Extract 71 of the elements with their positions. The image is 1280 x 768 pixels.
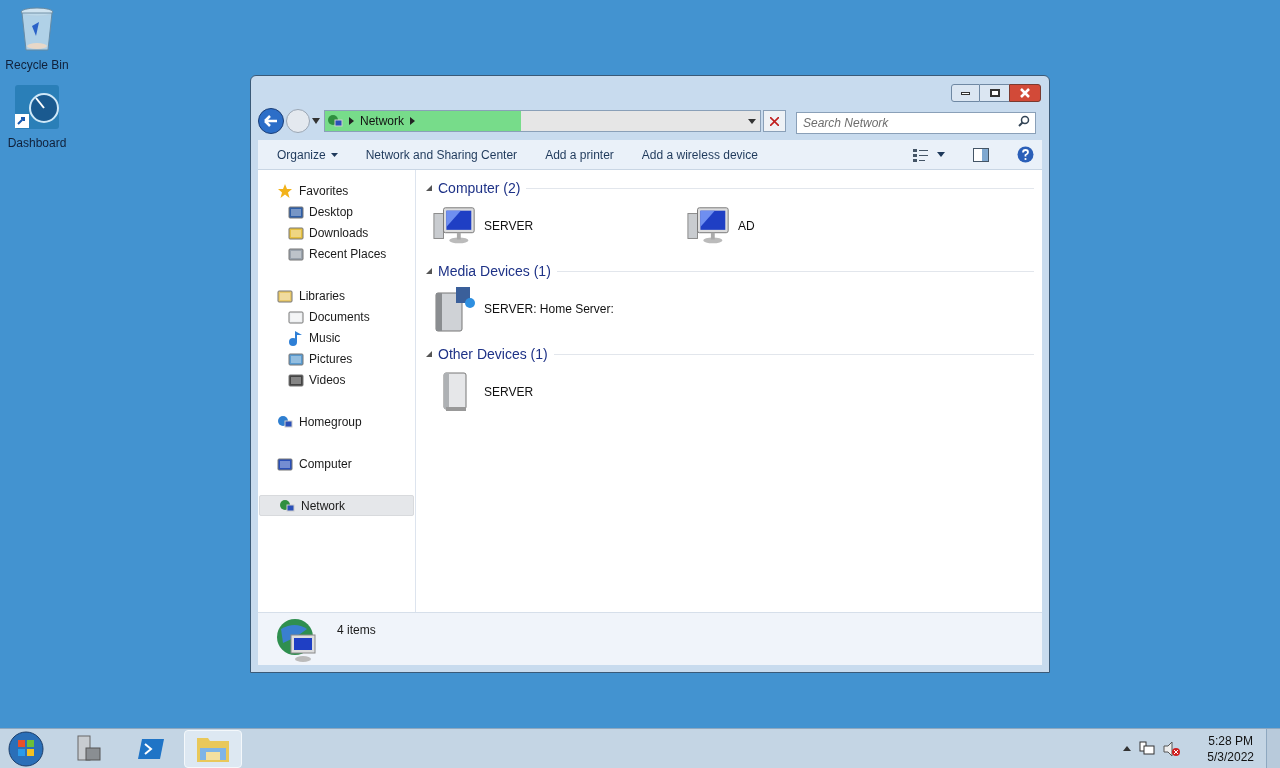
- star-icon: [277, 182, 293, 199]
- address-bar[interactable]: Network: [324, 110, 761, 132]
- start-button[interactable]: [6, 728, 46, 768]
- breadcrumb[interactable]: Network: [360, 112, 404, 130]
- network-status-icon[interactable]: [1139, 740, 1156, 757]
- collapse-triangle-icon[interactable]: [426, 268, 432, 274]
- group-header[interactable]: Media Devices (1): [438, 260, 551, 282]
- computer-name[interactable]: AD: [738, 216, 755, 235]
- close-icon: [1020, 88, 1030, 98]
- muted-speaker-icon[interactable]: [1163, 740, 1182, 757]
- recycle-bin-icon[interactable]: [19, 6, 55, 52]
- gauge-shortcut-icon[interactable]: [14, 84, 60, 130]
- show-hidden-icons-icon[interactable]: [1123, 746, 1132, 751]
- clock-time[interactable]: 5:28 PM: [1208, 732, 1253, 749]
- music-note-icon: [288, 329, 304, 346]
- nav-item[interactable]: Music: [258, 327, 415, 348]
- nav-item[interactable]: Downloads: [258, 222, 415, 243]
- item-count: 4 items: [337, 622, 376, 639]
- minimize-button[interactable]: [951, 84, 980, 102]
- maximize-icon: [989, 89, 1000, 97]
- nav-item[interactable]: Videos: [258, 369, 415, 390]
- nav-item[interactable]: Computer: [258, 453, 415, 474]
- chevron-icon: [410, 117, 415, 125]
- help-icon[interactable]: [1017, 146, 1034, 163]
- network-icon: [279, 497, 295, 514]
- toolbar-button[interactable]: Add a printer: [536, 142, 623, 167]
- history-caret-icon[interactable]: [312, 118, 320, 124]
- clock-date[interactable]: 5/3/2022: [1207, 748, 1254, 765]
- collapse-triangle-icon[interactable]: [426, 351, 432, 357]
- caret-icon: [330, 152, 338, 157]
- search-icon: [1018, 115, 1030, 127]
- toolbar-button[interactable]: Network and Sharing Center: [356, 142, 527, 167]
- view-options-button[interactable]: [913, 147, 945, 162]
- back-arrow-icon: [264, 115, 278, 127]
- nav-item[interactable]: Pictures: [258, 348, 415, 369]
- nav-item[interactable]: Homegroup: [258, 411, 415, 432]
- desktop-icon-label: Dashboard: [7, 135, 67, 152]
- desktop-icon-label: Recycle Bin: [5, 57, 69, 74]
- nav-item[interactable]: Favorites: [258, 180, 415, 201]
- nav-item[interactable]: Libraries: [258, 285, 415, 306]
- server-manager-icon: [74, 733, 104, 764]
- computer-name[interactable]: SERVER: [484, 216, 534, 235]
- media-device-name[interactable]: SERVER: Home Server:: [484, 299, 614, 318]
- search-field[interactable]: Search Network: [796, 112, 1036, 134]
- collapse-triangle-icon[interactable]: [426, 185, 432, 191]
- dropdown-caret-icon[interactable]: [748, 118, 756, 124]
- toolbar-button[interactable]: Add a wireless device: [632, 142, 767, 167]
- powershell-icon: [137, 736, 165, 761]
- network-globe-icon: [275, 617, 319, 663]
- toolbar-button[interactable]: Organize: [268, 142, 347, 167]
- group-header[interactable]: Other Devices (1): [438, 343, 548, 365]
- homegroup-icon: [277, 413, 293, 430]
- nav-item[interactable]: Documents: [258, 306, 415, 327]
- stop-button[interactable]: [763, 110, 786, 132]
- maximize-button[interactable]: [980, 84, 1009, 102]
- minimize-icon: [961, 91, 970, 95]
- preview-pane-icon[interactable]: [973, 147, 989, 162]
- close-button[interactable]: [1009, 84, 1041, 102]
- close-icon: [770, 116, 779, 126]
- caret-icon: [937, 152, 945, 157]
- view-list-icon: [913, 147, 929, 162]
- nav-item[interactable]: Network: [259, 495, 414, 516]
- network-icon: [327, 113, 343, 129]
- media-server-icon: [432, 284, 478, 333]
- device-name[interactable]: SERVER: [484, 382, 534, 401]
- chevron-icon: [349, 117, 354, 125]
- nav-item[interactable]: Recent Places: [258, 243, 415, 264]
- windows-orb-icon: [8, 730, 44, 767]
- group-header[interactable]: Computer (2): [438, 177, 521, 199]
- nav-item[interactable]: Desktop: [258, 201, 415, 222]
- back-button[interactable]: [258, 108, 284, 134]
